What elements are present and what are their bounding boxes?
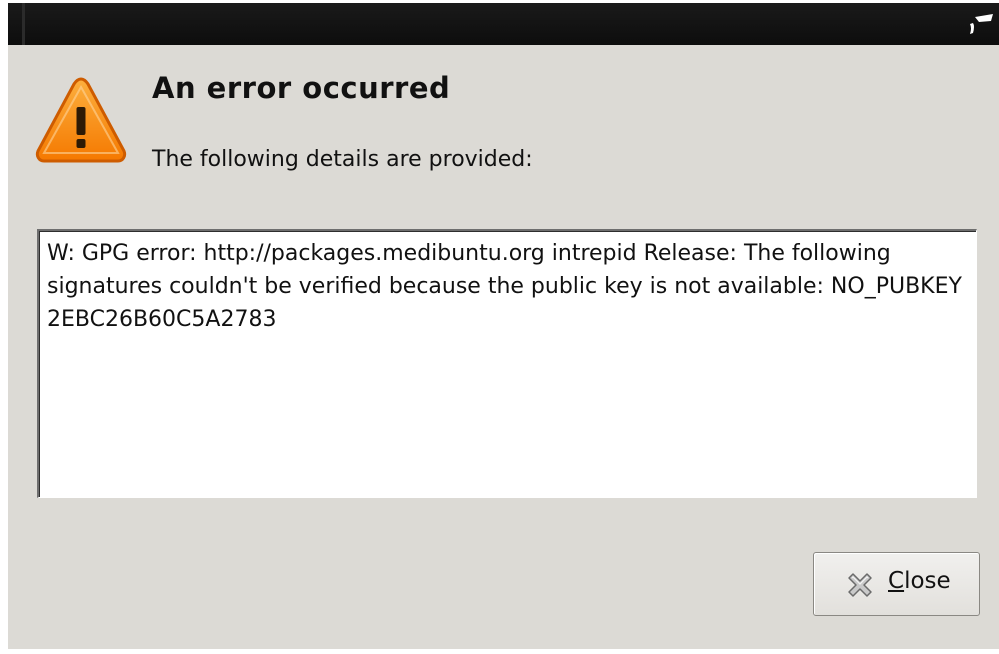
warning-triangle-icon <box>35 77 127 163</box>
close-button-label-rest: lose <box>904 568 951 594</box>
close-button-mnemonic: C <box>888 568 905 594</box>
close-button[interactable]: Close <box>813 552 980 616</box>
error-dialog: An error occurred The following details … <box>8 3 999 649</box>
error-heading: An error occurred <box>152 71 451 105</box>
error-subtext: The following details are provided: <box>152 147 533 172</box>
close-button-label: Close <box>888 568 951 594</box>
titlebar-edge <box>22 3 25 45</box>
error-details-textview[interactable]: W: GPG error: http://packages.medibuntu.… <box>37 229 977 498</box>
window-manager-logo-icon <box>970 14 993 34</box>
window-titlebar[interactable] <box>8 3 999 45</box>
close-x-icon <box>848 573 872 597</box>
